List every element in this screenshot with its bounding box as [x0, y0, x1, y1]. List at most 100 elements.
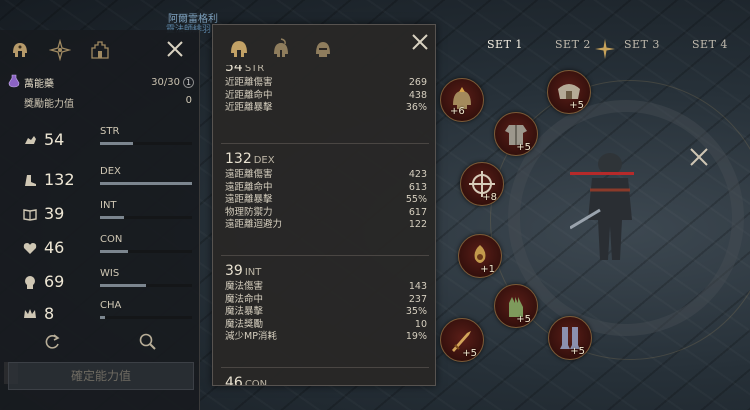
section-divider [221, 367, 429, 368]
stat-bar [100, 316, 192, 319]
stat-name: CON [100, 234, 123, 245]
stat-detail-value: 35% [405, 306, 427, 318]
set-tab-1[interactable]: SET 1 [487, 38, 523, 51]
flex-arm-icon [22, 132, 38, 148]
stat-detail-row: 減少MP消耗 19% [225, 331, 429, 344]
stat-row-con[interactable]: 46 CON [0, 234, 200, 264]
section-heading: 132 DEX [225, 151, 429, 169]
stat-panel-tabs [0, 30, 200, 70]
slot-level: +5 [516, 142, 531, 153]
stat-row-wis[interactable]: 69 WIS [0, 268, 200, 298]
helmet-plumed-icon[interactable] [269, 37, 293, 61]
helmet-visor-icon[interactable] [311, 37, 335, 61]
section-value: 39 [225, 263, 243, 279]
search-icon[interactable] [138, 332, 158, 352]
heart-icon [22, 240, 38, 256]
stat-row-int[interactable]: 39 INT [0, 200, 200, 230]
set-tab-3[interactable]: SET 3 [624, 38, 660, 51]
stat-row-str[interactable]: 54 STR [0, 126, 200, 156]
stat-value: 46 [44, 238, 65, 257]
stat-section-dex: 132 DEX 遠距離傷害 423 遠距離命中 613 遠距離暴擊 55% 物理防禦力 617 遠距… [225, 151, 429, 232]
bonus-stat-row: 獎勵能力值 0 [24, 95, 192, 110]
stat-detail-label: 魔法命中 [225, 293, 264, 305]
helmet-tab-icon[interactable] [6, 36, 34, 64]
stat-value: 8 [44, 304, 55, 323]
equipment-slot-boots[interactable]: +5 [548, 316, 592, 360]
section-value: 54 [225, 65, 243, 75]
elixir-name: 萬能藥 [24, 78, 54, 90]
equipment-slot-crossbow[interactable]: +8 [460, 162, 504, 206]
stat-row-cha[interactable]: 8 CHA [0, 300, 200, 330]
section-divider [221, 143, 429, 144]
equipment-slot-glove[interactable]: +5 [494, 284, 538, 328]
stat-detail-row: 魔法傷害 143 [225, 281, 429, 294]
stat-bar-fill [100, 250, 128, 253]
stat-detail-label: 遠距離命中 [225, 181, 273, 193]
stat-detail-row: 遠距離傷害 423 [225, 169, 429, 182]
stat-detail-value: 122 [408, 219, 427, 231]
set-tab-4[interactable]: SET 4 [692, 38, 728, 51]
section-value: 46 [225, 375, 243, 386]
stat-detail-row: 魔法命中 237 [225, 294, 429, 307]
equipment-slot-weapon[interactable]: +5 [440, 318, 484, 362]
stat-value: 69 [44, 272, 65, 291]
stat-name: DEX [100, 166, 121, 177]
stat-detail-label: 遠距離傷害 [225, 169, 273, 180]
stat-detail-row: 魔法獎勵 10 [225, 319, 429, 332]
set-tab-2[interactable]: SET 2 [555, 38, 591, 51]
stat-bar [100, 182, 192, 185]
confirm-stats-button[interactable]: 確定能力值 [8, 362, 194, 390]
tooltip-body[interactable]: 54 STR 近距離傷害 269 近距離命中 438 近距離暴擊 36% 132 DEX 遠距離傷害… [213, 65, 435, 386]
section-heading: 46 CON [225, 375, 429, 386]
section-unit: INT [244, 267, 262, 278]
compass-marker-icon [594, 38, 616, 60]
close-icon[interactable] [409, 31, 431, 53]
bonus-stat-label: 獎勵能力值 [24, 99, 74, 110]
slot-level: +5 [570, 346, 585, 357]
stat-detail-label: 魔法暴擊 [225, 306, 264, 318]
stat-detail-value: 10 [414, 318, 427, 330]
stat-bar-fill [100, 182, 192, 185]
castle-tab-icon[interactable] [86, 36, 114, 64]
equipment-slot-amulet[interactable]: +1 [458, 234, 502, 278]
stat-bar-fill [100, 216, 124, 219]
stat-row-dex[interactable]: 132 DEX [0, 166, 200, 196]
head-icon [22, 274, 38, 290]
elixir-info-badge[interactable]: 1 [183, 76, 194, 88]
stat-section-int: 39 INT 魔法傷害 143 魔法命中 237 魔法暴擊 35% 魔法獎勵 10 減少MP消耗 19… [225, 263, 429, 344]
stat-detail-row: 物理防禦力 617 [225, 207, 429, 220]
stat-value: 39 [44, 204, 65, 223]
stat-section-str: 54 STR 近距離傷害 269 近距離命中 438 近距離暴擊 36% [225, 65, 429, 115]
bonus-stat-value: 0 [185, 95, 192, 106]
stat-detail-row: 近距離命中 438 [225, 90, 429, 103]
stat-detail-label: 近距離命中 [225, 89, 273, 101]
stat-detail-row: 遠距離迴避力 122 [225, 219, 429, 232]
crossed-swords-icon[interactable] [688, 146, 710, 168]
stat-detail-value: 423 [408, 169, 427, 180]
helmet-gold-icon[interactable] [227, 37, 251, 61]
slot-level: +1 [480, 264, 495, 275]
stat-detail-label: 魔法獎勵 [225, 318, 264, 330]
character-hp-bar [570, 172, 634, 175]
stat-detail-value: 438 [408, 89, 427, 101]
stat-panel-actions [0, 330, 200, 356]
stat-section-con: 46 CON [225, 375, 429, 386]
section-heading: 39 INT [225, 263, 429, 281]
stat-detail-row: 近距離傷害 269 [225, 77, 429, 90]
slot-level: +5 [516, 314, 531, 325]
reset-icon[interactable] [42, 332, 62, 352]
equipment-slot-shoulder[interactable]: +5 [547, 70, 591, 114]
stat-detail-row: 近距離暴擊 36% [225, 102, 429, 115]
elixir-count: 30/30 [151, 76, 180, 88]
stat-bar-fill [100, 142, 133, 145]
stat-bar [100, 216, 192, 219]
stat-value: 54 [44, 130, 65, 149]
close-icon[interactable] [164, 38, 186, 60]
equipment-slot-helm[interactable]: +6 [440, 78, 484, 122]
equipment-slot-armor[interactable]: +5 [494, 112, 538, 156]
stat-detail-label: 減少MP消耗 [225, 331, 277, 343]
stat-detail-value: 19% [405, 331, 427, 343]
compass-tab-icon[interactable] [46, 36, 74, 64]
tooltip-tabs [213, 25, 435, 69]
stat-bar [100, 250, 192, 253]
